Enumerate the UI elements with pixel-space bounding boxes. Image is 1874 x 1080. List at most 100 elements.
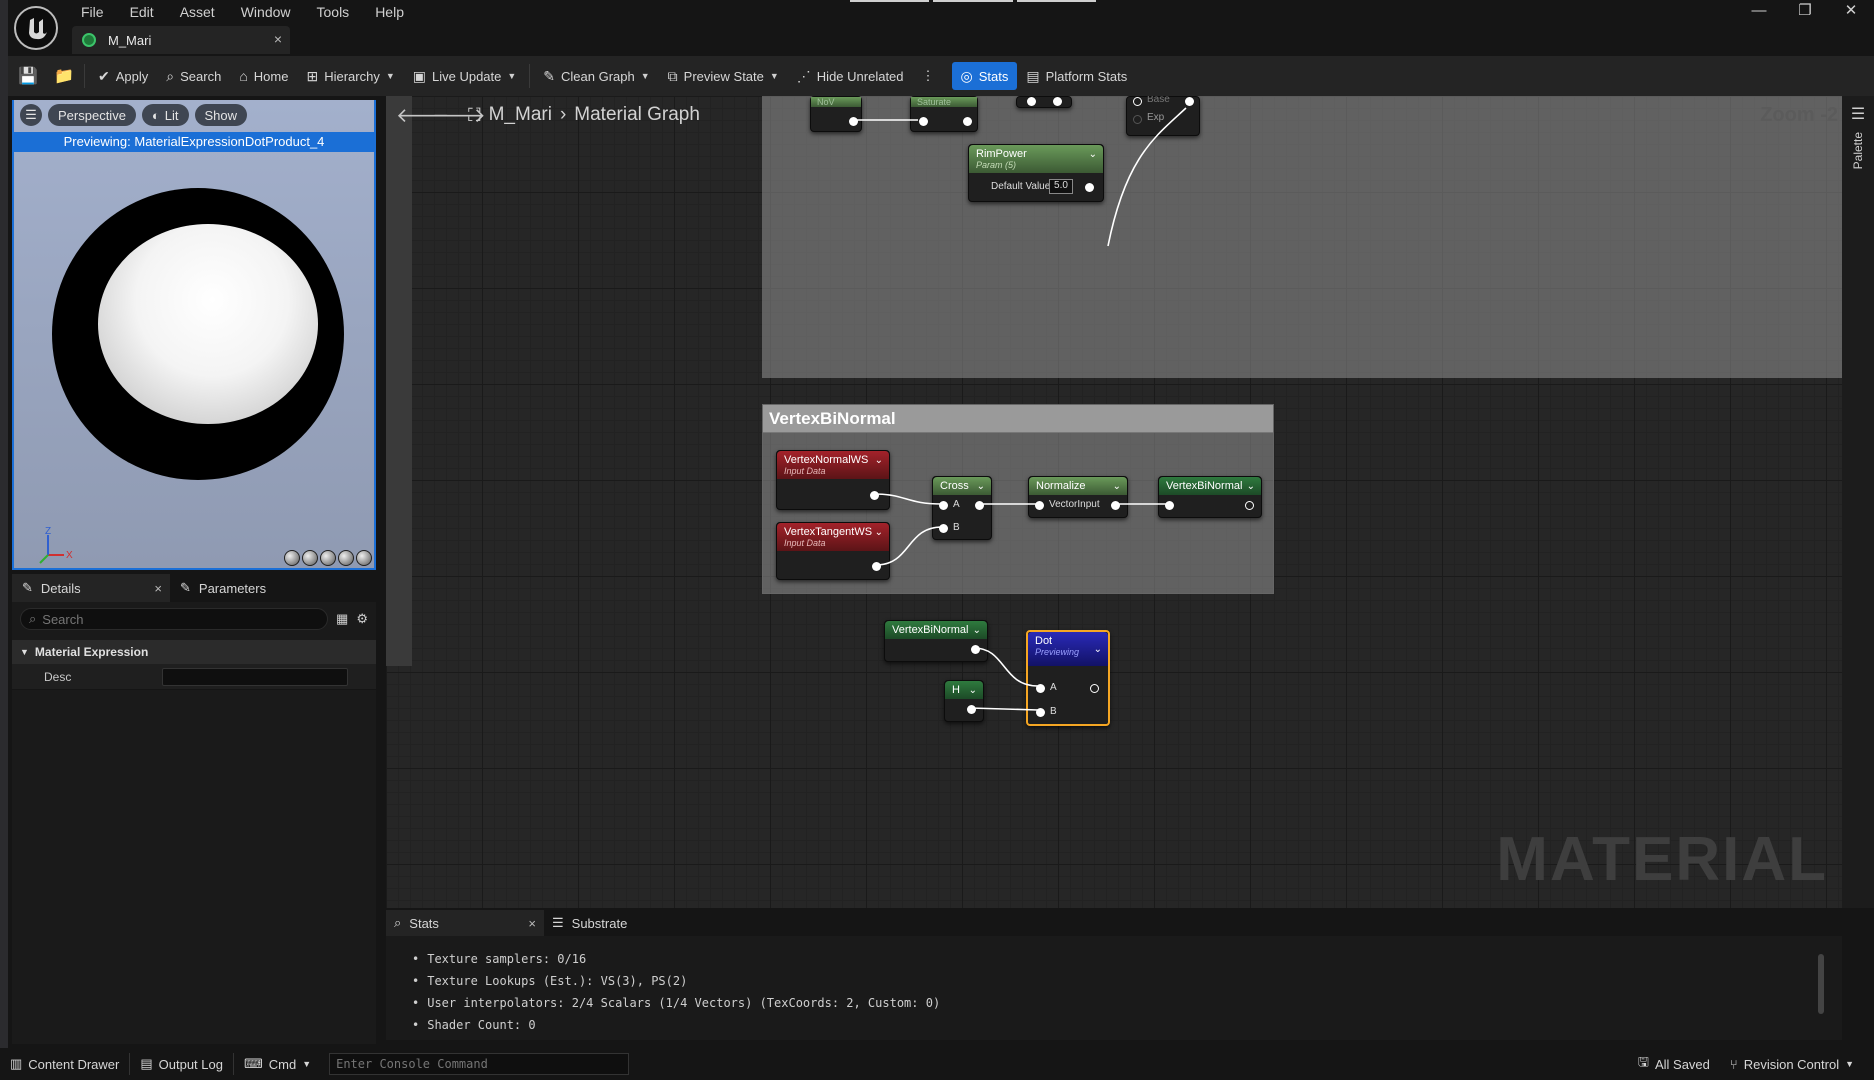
output-log-button[interactable]: ▤ Output Log <box>130 1050 233 1078</box>
platform-stats-button[interactable]: ▤ Platform Stats <box>1017 62 1136 90</box>
apply-button[interactable]: ✔ Apply <box>89 62 157 90</box>
home-button[interactable]: ⌂ Home <box>230 62 297 90</box>
breadcrumb-asset[interactable]: M_Mari <box>489 104 552 126</box>
minimize-button[interactable]: — <box>1736 0 1782 22</box>
browse-asset-icon[interactable]: 📁 <box>48 62 80 90</box>
rimpower-node[interactable]: RimPower Param (5) ⌄ Default Value 5.0 <box>968 144 1104 202</box>
cross-a-pin[interactable] <box>939 501 948 510</box>
desc-field[interactable] <box>162 667 348 686</box>
h-output-pin[interactable] <box>967 705 976 714</box>
show-button[interactable]: Show <box>194 104 248 126</box>
material-expression-section[interactable]: ▼ Material Expression <box>12 640 376 664</box>
menu-tools[interactable]: Tools <box>304 2 363 22</box>
preview-viewport[interactable]: ☰ Perspective ◐ Lit Show Previewing: Mate… <box>12 100 376 570</box>
stats-button[interactable]: ◎ Stats <box>951 62 1018 90</box>
vertexbinormal-usage-output-pin[interactable] <box>971 645 980 654</box>
sphere-mesh-icon[interactable] <box>302 550 318 566</box>
dot-b-pin[interactable] <box>1036 708 1045 717</box>
rimpower-output-pin[interactable] <box>1085 183 1094 192</box>
h-node[interactable]: H ⌄ <box>944 680 984 722</box>
saturate-input-pin[interactable] <box>919 117 928 126</box>
nov-output-pin[interactable] <box>849 117 858 126</box>
breadcrumb-graph[interactable]: Material Graph <box>574 104 700 126</box>
console-command-input[interactable] <box>329 1053 630 1075</box>
saturate-node[interactable]: Saturate <box>910 96 978 132</box>
save-icon[interactable]: 💾 <box>12 62 44 90</box>
chevron-down-icon[interactable]: ⌄ <box>977 481 985 492</box>
vertexnormalws-output-pin[interactable] <box>870 491 879 500</box>
cmd-dropdown[interactable]: ⌨ Cmd ▼ <box>234 1050 321 1078</box>
menu-file[interactable]: File <box>68 2 117 22</box>
content-drawer-button[interactable]: ▥ Content Drawer <box>0 1050 129 1078</box>
normalize-input-pin[interactable] <box>1035 501 1044 510</box>
menu-window[interactable]: Window <box>228 2 304 22</box>
cylinder-mesh-icon[interactable] <box>284 550 300 566</box>
normalize-node[interactable]: Normalize ⌄ VectorInput <box>1028 476 1128 518</box>
revision-control-button[interactable]: ⑂ Revision Control ▼ <box>1720 1050 1864 1078</box>
palette-tab[interactable]: Palette <box>1851 132 1865 169</box>
chevron-down-icon[interactable]: ⌄ <box>1113 481 1121 492</box>
cube-mesh-icon[interactable] <box>338 550 354 566</box>
plane-mesh-icon[interactable] <box>320 550 336 566</box>
dot-output-pin[interactable] <box>1090 684 1099 693</box>
partial-node-pin[interactable] <box>1027 97 1036 106</box>
perspective-button[interactable]: Perspective <box>48 104 136 126</box>
chevron-down-icon[interactable]: ⌄ <box>1247 481 1255 492</box>
close-icon[interactable]: × <box>528 916 536 931</box>
vertexbinormal-declaration-input-pin[interactable] <box>1165 501 1174 510</box>
tab-parameters[interactable]: ✎ Parameters <box>170 574 276 602</box>
hierarchy-button[interactable]: ⊞ Hierarchy ▼ <box>297 62 403 90</box>
chevron-down-icon[interactable]: ⌄ <box>875 527 883 538</box>
nov-node[interactable]: NoV <box>810 96 862 132</box>
comment-title[interactable]: VertexBiNormal <box>763 405 1273 433</box>
custom-mesh-icon[interactable] <box>356 550 372 566</box>
base-input-pin[interactable] <box>1133 97 1142 106</box>
menu-edit[interactable]: Edit <box>117 2 167 22</box>
vertextangentws-output-pin[interactable] <box>872 562 881 571</box>
tab-stats[interactable]: ⌕ Stats × <box>386 910 544 936</box>
hide-unrelated-button[interactable]: ⋰ Hide Unrelated <box>788 62 913 90</box>
vertexnormalws-node[interactable]: VertexNormalWS Input Data ⌄ <box>776 450 890 510</box>
back-arrow-icon[interactable]: 🡐 <box>396 103 450 128</box>
gear-icon[interactable]: ⚙ <box>356 611 368 627</box>
cross-output-pin[interactable] <box>975 501 984 510</box>
live-update-button[interactable]: ▣ Live Update ▼ <box>404 62 526 90</box>
clean-graph-button[interactable]: ✎ Clean Graph ▼ <box>534 62 658 90</box>
vertexbinormal-declaration-output-pin[interactable] <box>1245 501 1254 510</box>
document-tab[interactable]: M_Mari × <box>72 26 290 54</box>
lit-button[interactable]: ◐ Lit <box>141 104 189 126</box>
chevron-down-icon[interactable]: ⌄ <box>1094 644 1102 655</box>
forward-arrow-icon[interactable]: 🡒 <box>432 103 486 128</box>
cross-b-pin[interactable] <box>939 524 948 533</box>
close-window-button[interactable]: ✕ <box>1828 0 1874 22</box>
viewport-menu-icon[interactable]: ☰ <box>20 104 42 126</box>
partial-node[interactable] <box>1016 96 1072 108</box>
dot-node[interactable]: Dot Previewing ⌄ A B <box>1026 630 1110 726</box>
power-node[interactable]: Base Exp <box>1126 96 1200 136</box>
graph-hierarchy-icon[interactable]: ⛶ <box>468 105 481 126</box>
partial-node-pin[interactable] <box>1053 97 1062 106</box>
details-search-input[interactable] <box>42 611 303 627</box>
material-graph-canvas[interactable]: NoV Saturate Base Exp RimPower Param (5)… <box>386 96 1842 908</box>
preview-state-button[interactable]: ⧉ Preview State ▼ <box>659 62 788 90</box>
saturate-output-pin[interactable] <box>963 117 972 126</box>
vertexbinormal-usage-node[interactable]: VertexBiNormal ⌄ <box>884 620 988 662</box>
stats-scrollbar[interactable] <box>1818 954 1824 1014</box>
default-value-field[interactable]: 5.0 <box>1049 179 1073 194</box>
normalize-output-pin[interactable] <box>1111 501 1120 510</box>
menu-asset[interactable]: Asset <box>167 2 228 22</box>
tab-details[interactable]: ✎ Details × <box>12 574 170 602</box>
exp-input-pin[interactable] <box>1133 115 1142 124</box>
more-options-icon[interactable]: ⋮ <box>913 62 944 90</box>
tab-substrate[interactable]: ☰ Substrate <box>544 910 635 936</box>
chevron-down-icon[interactable]: ⌄ <box>875 455 883 466</box>
dot-a-pin[interactable] <box>1036 684 1045 693</box>
vertexbinormal-declaration-node[interactable]: VertexBiNormal ⌄ <box>1158 476 1262 518</box>
menu-help[interactable]: Help <box>362 2 417 22</box>
all-saved-button[interactable]: 🖫 All Saved <box>1628 1050 1720 1078</box>
chevron-down-icon[interactable]: ⌄ <box>1089 149 1097 160</box>
restore-button[interactable]: ❐ <box>1782 0 1828 22</box>
table-view-icon[interactable]: ▦ <box>336 611 348 627</box>
close-icon[interactable]: × <box>154 581 162 596</box>
close-tab-icon[interactable]: × <box>274 31 282 47</box>
